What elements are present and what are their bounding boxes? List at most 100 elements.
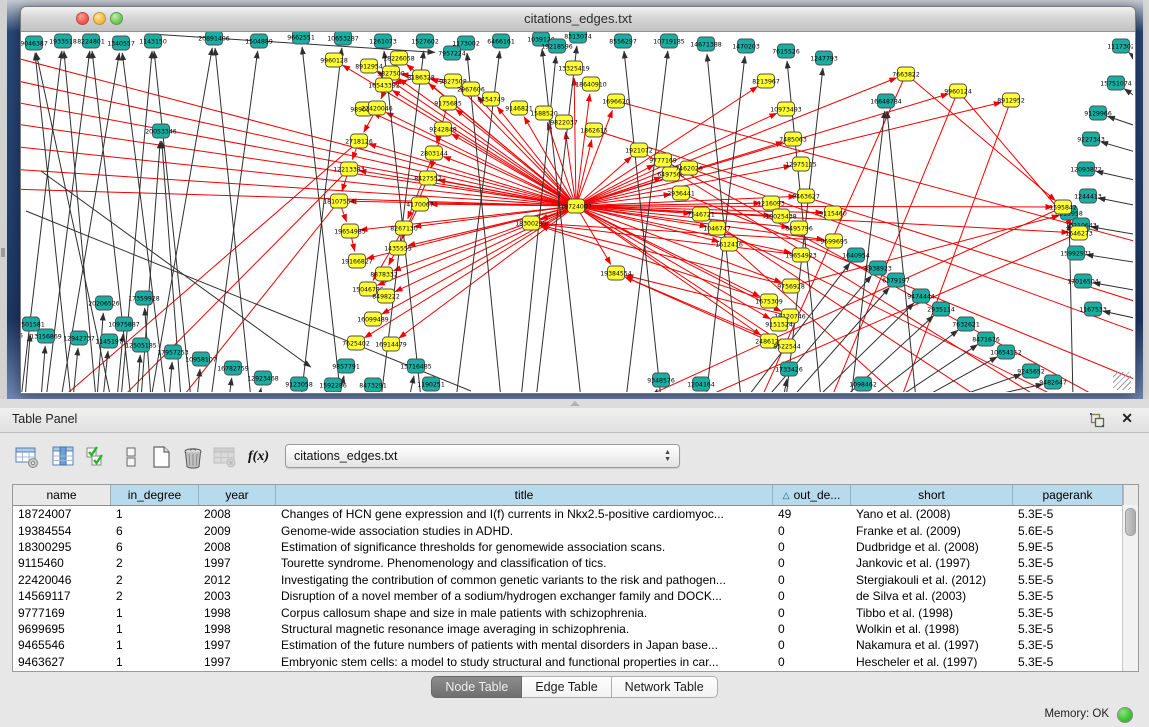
table-cell[interactable]: 5.5E-5 xyxy=(1013,573,1123,587)
table-cell[interactable]: 18300295 xyxy=(13,540,111,554)
table-cell[interactable]: Changes of HCN gene expression and I(f) … xyxy=(276,507,773,521)
table-cell[interactable]: Franke et al. (2009) xyxy=(851,524,1013,538)
column-header-year[interactable]: year xyxy=(199,485,276,505)
table-cell[interactable]: 6 xyxy=(111,524,199,538)
table-row[interactable]: 1938455462009Genome-wide association stu… xyxy=(13,522,1138,538)
table-cell[interactable]: 1997 xyxy=(199,655,276,669)
table-row[interactable]: 946554611997Estimation of the future num… xyxy=(13,637,1138,653)
new-column-icon[interactable] xyxy=(148,444,174,470)
network-edge[interactable] xyxy=(259,388,261,392)
table-cell[interactable]: 1997 xyxy=(199,556,276,570)
table-cell[interactable]: Dudbridge et al. (2008) xyxy=(851,540,1013,554)
table-selector-dropdown[interactable]: citations_edges.txt ▲▼ xyxy=(285,444,680,468)
network-edge[interactable] xyxy=(137,355,140,392)
network-edge[interactable] xyxy=(783,379,787,392)
table-cell[interactable]: 9465546 xyxy=(13,638,111,652)
network-edge[interactable] xyxy=(901,100,1011,392)
table-row[interactable]: 977716911998Corpus callosum shape and si… xyxy=(13,604,1138,620)
table-cell[interactable]: 5.3E-5 xyxy=(1013,556,1123,570)
panel-splitter[interactable] xyxy=(0,399,1149,408)
table-cell[interactable]: Nakamura et al. (1997) xyxy=(851,638,1013,652)
table-cell[interactable]: 5.6E-5 xyxy=(1013,524,1123,538)
network-edge[interactable] xyxy=(1129,52,1133,61)
network-edge[interactable] xyxy=(576,140,592,206)
table-cell[interactable]: Disruption of a novel member of a sodium… xyxy=(276,589,773,603)
tab-network-table[interactable]: Network Table xyxy=(612,676,718,698)
table-cell[interactable]: 19384554 xyxy=(13,524,111,538)
table-mode-icon[interactable] xyxy=(14,444,40,470)
table-cell[interactable]: Jankovic et al. (1997) xyxy=(851,556,1013,570)
network-edge[interactable] xyxy=(791,216,1059,286)
memory-status-icon[interactable] xyxy=(1117,707,1133,723)
network-edge[interactable] xyxy=(399,206,576,338)
table-row[interactable]: 969969511998Structural magnetic resonanc… xyxy=(13,621,1138,637)
table-row[interactable]: 946362711997Embryonic stem cells: a mode… xyxy=(13,654,1138,670)
select-columns-icon[interactable] xyxy=(84,444,110,470)
table-cell[interactable]: 18724007 xyxy=(13,507,111,521)
network-edge[interactable] xyxy=(197,369,200,392)
panel-collapse-handle[interactable] xyxy=(1,248,5,257)
table-cell[interactable]: 1998 xyxy=(199,606,276,620)
table-scrollbar[interactable] xyxy=(1122,505,1138,671)
table-cell[interactable]: 2003 xyxy=(199,589,276,603)
table-cell[interactable]: Wolkin et al. (1998) xyxy=(851,622,1013,636)
table-row[interactable]: 2242004622012Investigating the contribut… xyxy=(13,572,1138,588)
table-cell[interactable]: Yano et al. (2008) xyxy=(851,507,1013,521)
table-row[interactable]: 1830029562008Estimation of significance … xyxy=(13,539,1138,555)
column-header-name[interactable]: name xyxy=(13,485,111,505)
column-header-in_degree[interactable]: in_degree xyxy=(111,485,199,505)
table-cell[interactable]: de Silva et al. (2003) xyxy=(851,589,1013,603)
table-cell[interactable]: 0 xyxy=(773,556,851,570)
table-cell[interactable]: 1997 xyxy=(199,638,276,652)
table-cell[interactable]: 1 xyxy=(111,638,199,652)
table-cell[interactable]: 0 xyxy=(773,540,851,554)
row-height-icon[interactable] xyxy=(118,444,144,470)
table-cell[interactable]: 0 xyxy=(773,655,851,669)
network-canvas[interactable]: 9046387193351882248011340557114315020891… xyxy=(21,32,1133,392)
network-window[interactable]: citations_edges.txt 90463871933518822480… xyxy=(20,6,1136,394)
scrollbar-thumb[interactable] xyxy=(1125,508,1136,536)
table-cell[interactable]: Tibbo et al. (1998) xyxy=(851,606,1013,620)
table-cell[interactable]: Stergiakouli et al. (2012) xyxy=(851,573,1013,587)
network-edge[interactable] xyxy=(542,49,581,392)
table-cell[interactable]: Tourette syndrome. Phenomenology and cla… xyxy=(276,556,773,570)
table-cell[interactable]: 0 xyxy=(773,606,851,620)
table-cell[interactable]: 1 xyxy=(111,655,199,669)
tab-node-table[interactable]: Node Table xyxy=(431,676,522,698)
column-header-short[interactable]: short xyxy=(851,485,1013,505)
show-columns-icon[interactable] xyxy=(50,444,76,470)
network-edge[interactable] xyxy=(1107,116,1133,127)
table-cell[interactable]: Genome-wide association studies in ADHD. xyxy=(276,524,773,538)
network-edge[interactable] xyxy=(103,351,108,392)
network-edge[interactable] xyxy=(1098,198,1133,206)
table-cell[interactable]: 5.3E-5 xyxy=(1013,589,1123,603)
network-edge[interactable] xyxy=(1103,311,1133,319)
delete-icon[interactable] xyxy=(180,444,206,470)
network-edge[interactable] xyxy=(1124,89,1133,99)
column-header-title[interactable]: title xyxy=(276,485,773,505)
network-edge[interactable] xyxy=(626,51,668,392)
tab-edge-table[interactable]: Edge Table xyxy=(522,676,611,698)
table-cell[interactable]: 0 xyxy=(773,622,851,636)
table-cell[interactable]: 5.9E-5 xyxy=(1013,540,1123,554)
network-edge[interactable] xyxy=(541,225,791,286)
network-edge[interactable] xyxy=(229,378,232,392)
table-cell[interactable]: Hescheler et al. (1997) xyxy=(851,655,1013,669)
table-cell[interactable]: Estimation of significance thresholds fo… xyxy=(276,540,773,554)
table-cell[interactable]: 5.3E-5 xyxy=(1013,507,1123,521)
network-edge[interactable] xyxy=(41,346,45,392)
network-edge[interactable] xyxy=(151,48,212,392)
table-cell[interactable]: 2009 xyxy=(199,524,276,538)
table-cell[interactable]: 5.3E-5 xyxy=(1013,622,1123,636)
network-edge[interactable] xyxy=(681,193,1133,379)
table-cell[interactable]: 9115460 xyxy=(13,556,111,570)
network-edge[interactable] xyxy=(154,51,191,392)
table-cell[interactable]: 22420046 xyxy=(13,573,111,587)
network-edge[interactable] xyxy=(1101,142,1133,153)
table-cell[interactable]: Investigating the contribution of common… xyxy=(276,573,773,587)
table-cell[interactable]: 6 xyxy=(111,540,199,554)
table-cell[interactable]: 1 xyxy=(111,606,199,620)
table-cell[interactable]: 2012 xyxy=(199,573,276,587)
network-edge[interactable] xyxy=(409,376,414,392)
table-cell[interactable]: 0 xyxy=(773,573,851,587)
